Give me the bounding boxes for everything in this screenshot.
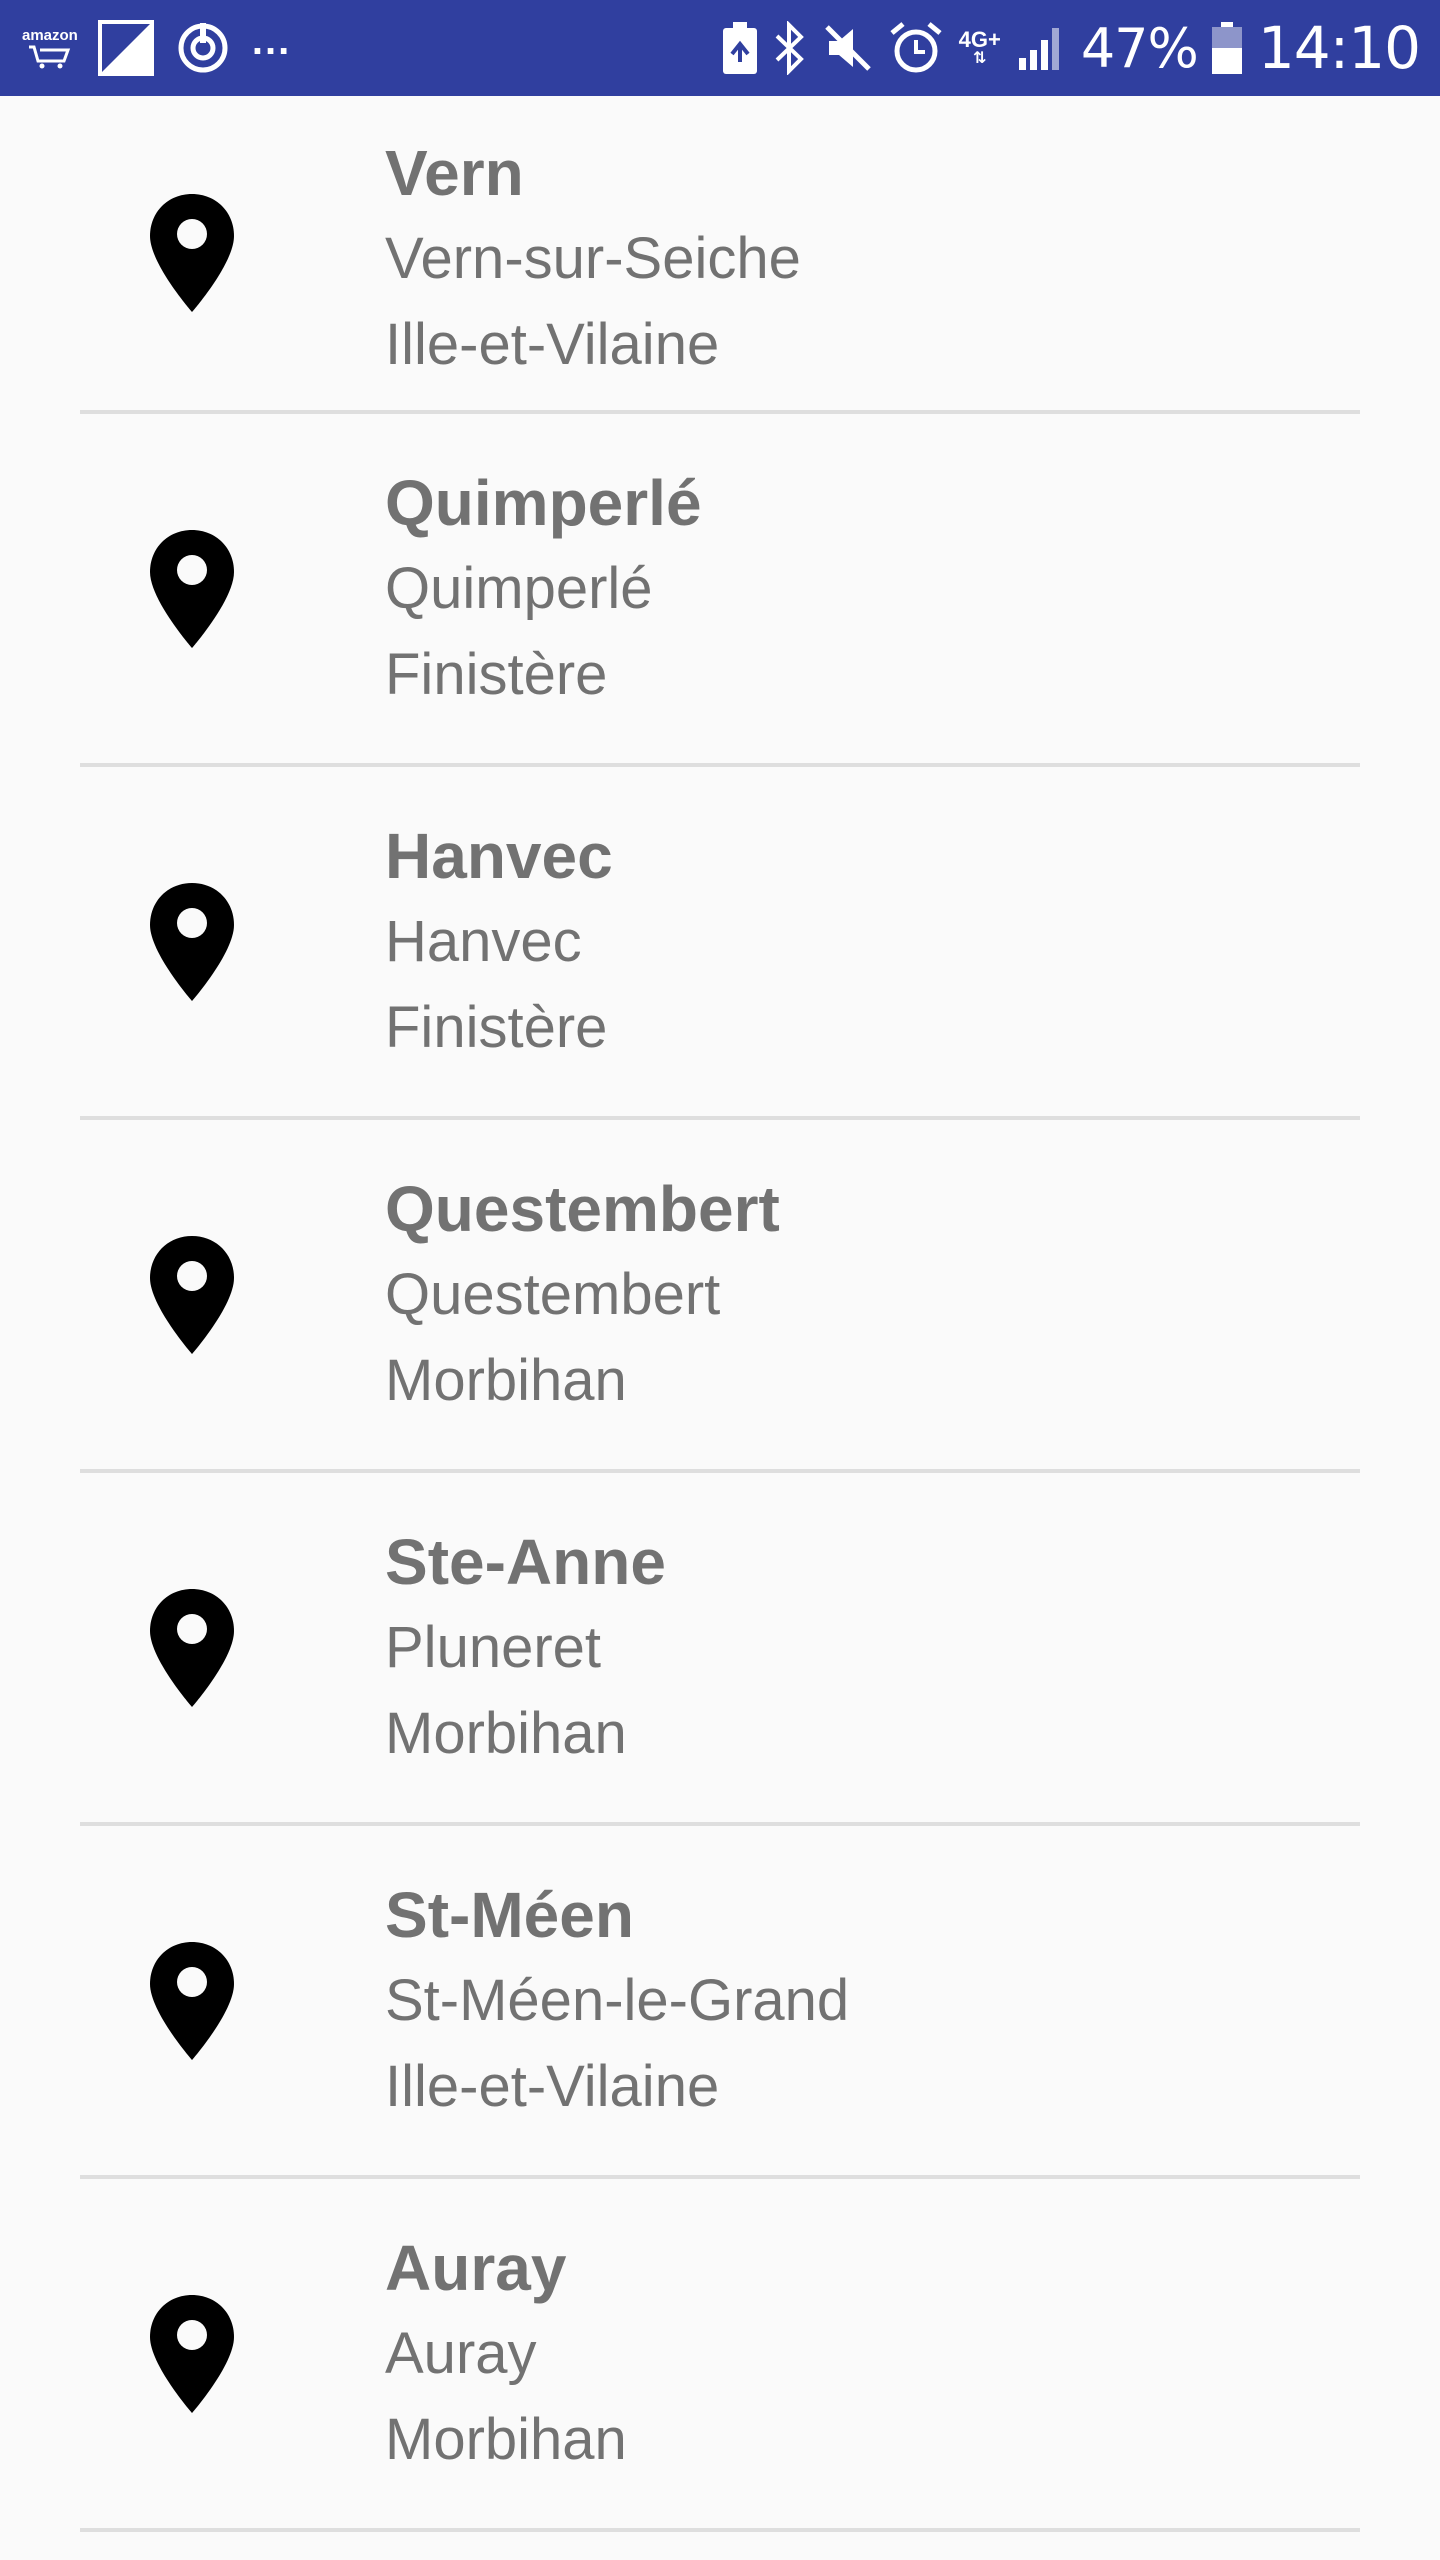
location-department: Morbihan xyxy=(385,1700,627,1766)
location-department: Morbihan xyxy=(385,2406,627,2472)
location-city: Questembert xyxy=(385,1261,721,1327)
location-city: Hanvec xyxy=(385,908,582,974)
location-list: Vern Vern-sur-Seiche Ille-et-Vilaine Qui… xyxy=(0,96,1440,2532)
location-city: Auray xyxy=(385,2320,537,2386)
item-texts: St-Méen St-Méen-le-Grand Ille-et-Vilaine xyxy=(385,1872,849,2130)
location-name: Vern xyxy=(385,137,524,210)
location-name: Hanvec xyxy=(385,819,613,892)
map-pin-icon xyxy=(150,194,234,312)
list-item[interactable]: Vern Vern-sur-Seiche Ille-et-Vilaine xyxy=(80,96,1360,414)
map-pin-icon xyxy=(150,529,234,648)
location-department: Morbihan xyxy=(385,1347,627,1413)
amazon-icon: amazon xyxy=(22,28,78,69)
map-pin-icon xyxy=(150,882,234,1001)
alarm-icon xyxy=(889,21,943,75)
item-texts: Ste-Anne Pluneret Morbihan xyxy=(385,1519,666,1777)
network-type-label: 4G+ xyxy=(958,27,1001,52)
location-name: Ste-Anne xyxy=(385,1525,666,1598)
item-texts: Hanvec Hanvec Finistère xyxy=(385,813,613,1071)
list-item[interactable]: Hanvec Hanvec Finistère xyxy=(80,767,1360,1120)
status-bar-right: 4G+ ⇅ 47% 14:10 xyxy=(722,0,1421,96)
battery-percent: 47% xyxy=(1080,16,1199,80)
clock: 14:10 xyxy=(1257,14,1421,82)
sync-icon xyxy=(176,21,230,75)
location-department: Finistère xyxy=(385,994,608,1060)
location-city: Vern-sur-Seiche xyxy=(385,226,801,292)
location-city: Quimperlé xyxy=(385,555,653,621)
sim-signal-icon xyxy=(97,20,154,76)
item-texts: Quimperlé Quimperlé Finistère xyxy=(385,460,702,718)
map-pin-icon xyxy=(150,1941,234,2060)
item-texts: Vern Vern-sur-Seiche Ille-et-Vilaine xyxy=(385,130,801,388)
item-texts: Questembert Questembert Morbihan xyxy=(385,1166,780,1424)
location-name: Questembert xyxy=(385,1172,780,1245)
status-bar: amazon ... 4G+ ⇅ 47% 14:10 xyxy=(0,0,1440,96)
location-name: Quimperlé xyxy=(385,466,702,539)
battery-icon xyxy=(1211,22,1242,74)
item-texts: Auray Auray Morbihan xyxy=(385,2225,627,2483)
list-item[interactable]: Ste-Anne Pluneret Morbihan xyxy=(80,1473,1360,1826)
map-pin-icon xyxy=(150,1588,234,1707)
amazon-label: amazon xyxy=(22,26,78,44)
list-item[interactable]: St-Méen St-Méen-le-Grand Ille-et-Vilaine xyxy=(80,1826,1360,2179)
location-name: St-Méen xyxy=(385,1878,634,1951)
location-city: Pluneret xyxy=(385,1614,602,1680)
mute-icon xyxy=(823,23,873,73)
bluetooth-icon xyxy=(773,21,807,75)
overflow-dots: ... xyxy=(251,18,292,63)
location-name: Auray xyxy=(385,2231,567,2304)
battery-saver-icon xyxy=(722,22,757,74)
status-bar-left: amazon ... xyxy=(22,0,291,96)
location-department: Ille-et-Vilaine xyxy=(385,312,720,378)
list-item[interactable]: Quimperlé Quimperlé Finistère xyxy=(80,414,1360,767)
location-department: Finistère xyxy=(385,641,608,707)
list-item[interactable]: Auray Auray Morbihan xyxy=(80,2179,1360,2532)
signal-bars-icon xyxy=(1017,24,1065,72)
map-pin-icon xyxy=(150,2294,234,2413)
location-city: St-Méen-le-Grand xyxy=(385,1967,850,2033)
list-item[interactable]: Questembert Questembert Morbihan xyxy=(80,1120,1360,1473)
map-pin-icon xyxy=(150,1235,234,1354)
location-department: Ille-et-Vilaine xyxy=(385,2053,720,2119)
network-type: 4G+ ⇅ xyxy=(959,29,1001,67)
data-arrows-icon: ⇅ xyxy=(973,50,987,67)
